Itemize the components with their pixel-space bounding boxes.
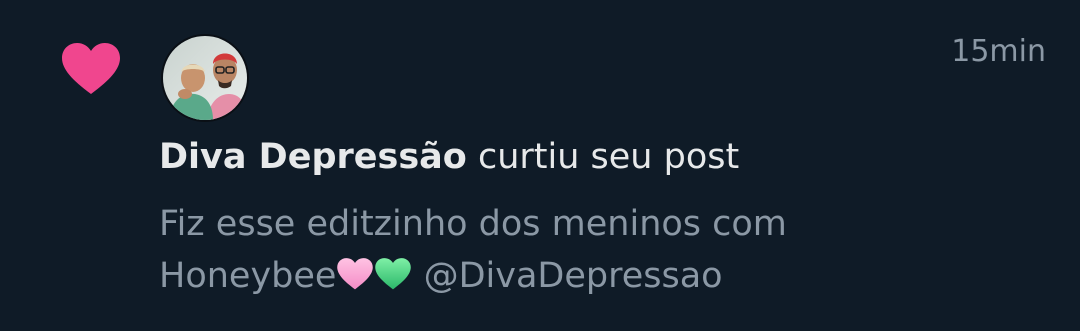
mention-link[interactable]: @DivaDepressao	[412, 256, 723, 296]
avatar[interactable]	[161, 34, 249, 122]
notification-headline: Diva Depressão curtiu seu post	[159, 137, 739, 177]
post-text-line-1: Fiz esse editzinho dos meninos com	[159, 204, 787, 244]
post-preview[interactable]: Fiz esse editzinho dos meninos com Honey…	[159, 198, 1019, 302]
post-text-line-2: Honeybee @DivaDepressao	[159, 250, 1019, 302]
pink-heart-icon	[336, 254, 374, 290]
timestamp: 15min	[951, 34, 1046, 69]
post-text-start: Honeybee	[159, 256, 337, 296]
user-name-link[interactable]: Diva Depressão	[159, 137, 467, 177]
heart-icon	[60, 42, 122, 96]
action-text: curtiu seu post	[466, 137, 740, 177]
green-heart-icon	[374, 254, 412, 290]
like-notification[interactable]: 15min Diva Depressão curtiu seu post Fiz…	[0, 0, 1080, 331]
